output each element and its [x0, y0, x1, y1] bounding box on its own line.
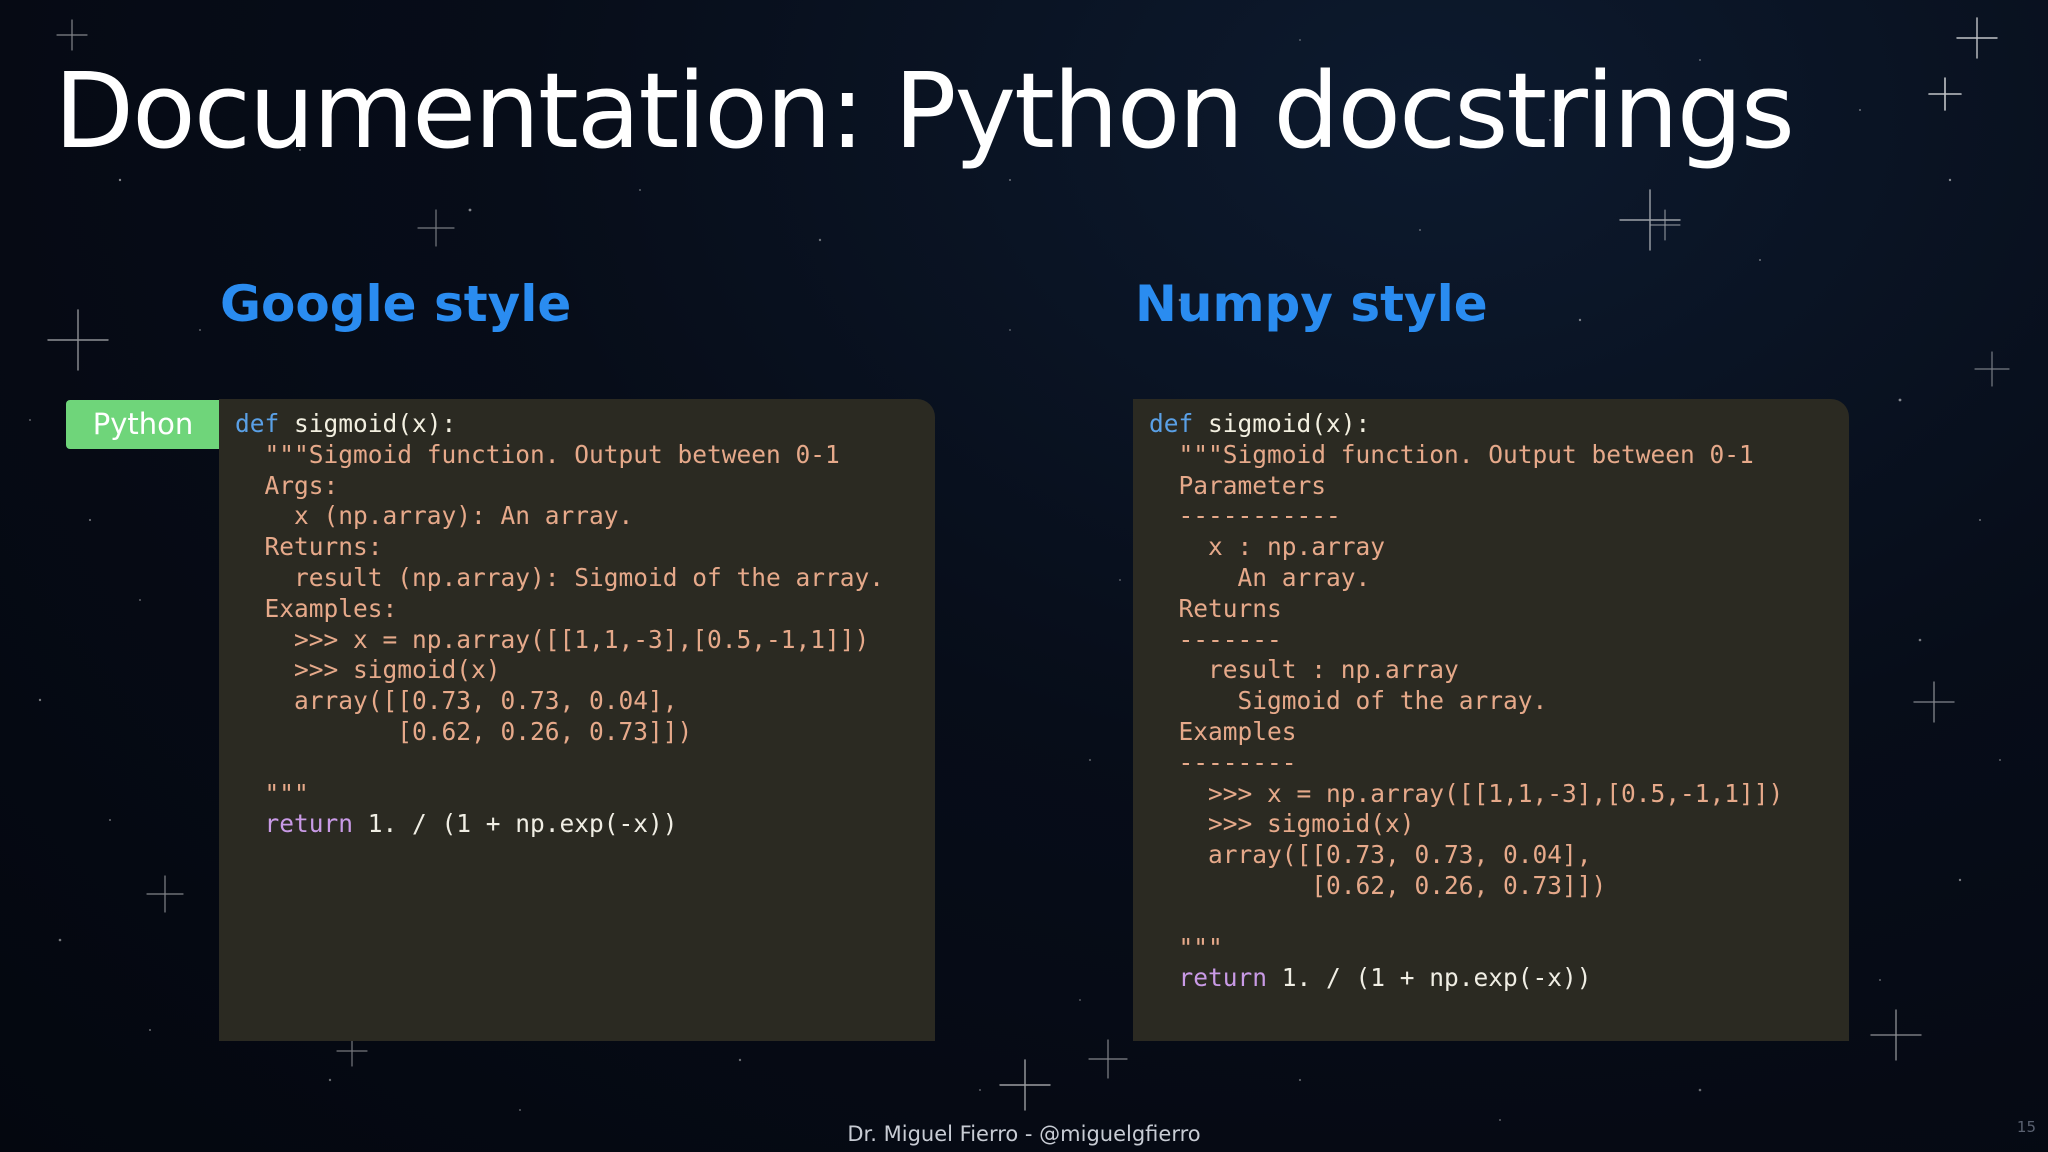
code-line: -------	[1149, 625, 1783, 656]
code-line: Sigmoid of the array.	[1149, 686, 1783, 717]
google-style-code-block: def sigmoid(x): """Sigmoid function. Out…	[235, 409, 884, 840]
code-line: return 1. / (1 + np.exp(-x))	[235, 809, 884, 840]
code-line: >>> sigmoid(x)	[235, 655, 884, 686]
code-line: x : np.array	[1149, 532, 1783, 563]
numpy-style-code-block: def sigmoid(x): """Sigmoid function. Out…	[1149, 409, 1783, 994]
code-line: Examples	[1149, 717, 1783, 748]
code-token: return	[1149, 963, 1268, 993]
code-line: result (np.array): Sigmoid of the array.	[235, 563, 884, 594]
code-line: -----------	[1149, 501, 1783, 532]
code-token: >>> x = np.array([[1,1,-3],[0.5,-1,1]])	[235, 624, 870, 654]
code-token: [0.62, 0.26, 0.73]])	[235, 716, 693, 746]
code-token: array([[0.73, 0.73, 0.04],	[235, 686, 678, 716]
code-line: """	[1149, 933, 1783, 964]
code-token: def	[1149, 409, 1194, 438]
code-token: Parameters	[1149, 470, 1327, 500]
code-token: """Sigmoid function. Output between 0-1	[1149, 439, 1754, 469]
code-token: """	[1149, 932, 1223, 962]
code-token: x (np.array): An array.	[235, 501, 634, 531]
slide-title: Documentation: Python docstrings	[54, 50, 1795, 172]
code-token: result : np.array	[1149, 655, 1459, 685]
code-line: def sigmoid(x):	[1149, 409, 1783, 440]
code-token: Sigmoid of the array.	[1149, 686, 1548, 716]
code-line: Returns:	[235, 532, 884, 563]
code-line: >>> x = np.array([[1,1,-3],[0.5,-1,1]])	[235, 625, 884, 656]
code-token: 1. / (1 + np.exp(-x))	[1267, 963, 1592, 993]
code-line: array([[0.73, 0.73, 0.04],	[1149, 840, 1783, 871]
code-token: result (np.array): Sigmoid of the array.	[235, 562, 885, 592]
code-line: Returns	[1149, 594, 1783, 625]
code-token: def	[235, 409, 280, 438]
python-language-tab[interactable]: Python	[66, 400, 220, 449]
code-line: """Sigmoid function. Output between 0-1	[1149, 440, 1783, 471]
code-token: --------	[1149, 747, 1297, 777]
code-token: -------	[1149, 624, 1282, 654]
code-line: """	[235, 779, 884, 810]
code-token: An array.	[1149, 562, 1371, 592]
code-token: >>> x = np.array([[1,1,-3],[0.5,-1,1]])	[1149, 778, 1784, 808]
code-token: x : np.array	[1149, 532, 1386, 562]
code-token: """	[235, 778, 309, 808]
code-line: [0.62, 0.26, 0.73]])	[235, 717, 884, 748]
code-line: >>> sigmoid(x)	[1149, 809, 1783, 840]
code-line: x (np.array): An array.	[235, 501, 884, 532]
code-token: Args:	[235, 470, 339, 500]
code-token: >>> sigmoid(x)	[235, 655, 501, 685]
code-line: return 1. / (1 + np.exp(-x))	[1149, 963, 1783, 994]
code-token: array([[0.73, 0.73, 0.04],	[1149, 840, 1592, 870]
code-token: [0.62, 0.26, 0.73]])	[1149, 870, 1607, 900]
code-token: Returns	[1149, 593, 1282, 623]
code-token: 1. / (1 + np.exp(-x))	[353, 809, 678, 839]
code-token: """Sigmoid function. Output between 0-1	[235, 439, 840, 469]
footer-credit: Dr. Miguel Fierro - @miguelgfierro	[847, 1122, 1201, 1146]
google-style-heading: Google style	[220, 275, 572, 333]
code-line: array([[0.73, 0.73, 0.04],	[235, 686, 884, 717]
google-style-code-panel: def sigmoid(x): """Sigmoid function. Out…	[219, 399, 935, 1041]
numpy-style-heading: Numpy style	[1135, 275, 1488, 333]
code-line: """Sigmoid function. Output between 0-1	[235, 440, 884, 471]
code-token: -----------	[1149, 501, 1341, 531]
code-line: --------	[1149, 748, 1783, 779]
code-line: [0.62, 0.26, 0.73]])	[1149, 871, 1783, 902]
code-token: return	[235, 809, 354, 839]
code-line: Args:	[235, 471, 884, 502]
code-token: sigmoid(x):	[1193, 409, 1371, 438]
code-token: Examples	[1149, 716, 1297, 746]
code-token: Returns:	[235, 532, 383, 562]
code-line: >>> x = np.array([[1,1,-3],[0.5,-1,1]])	[1149, 779, 1783, 810]
code-token: sigmoid(x):	[279, 409, 457, 438]
code-token: >>> sigmoid(x)	[1149, 809, 1415, 839]
code-line: Examples:	[235, 594, 884, 625]
code-line: result : np.array	[1149, 655, 1783, 686]
code-line: Parameters	[1149, 471, 1783, 502]
code-token: Examples:	[235, 593, 398, 623]
page-number: 15	[2016, 1118, 2036, 1136]
numpy-style-code-panel: def sigmoid(x): """Sigmoid function. Out…	[1133, 399, 1849, 1041]
code-line: def sigmoid(x):	[235, 409, 884, 440]
code-line: An array.	[1149, 563, 1783, 594]
